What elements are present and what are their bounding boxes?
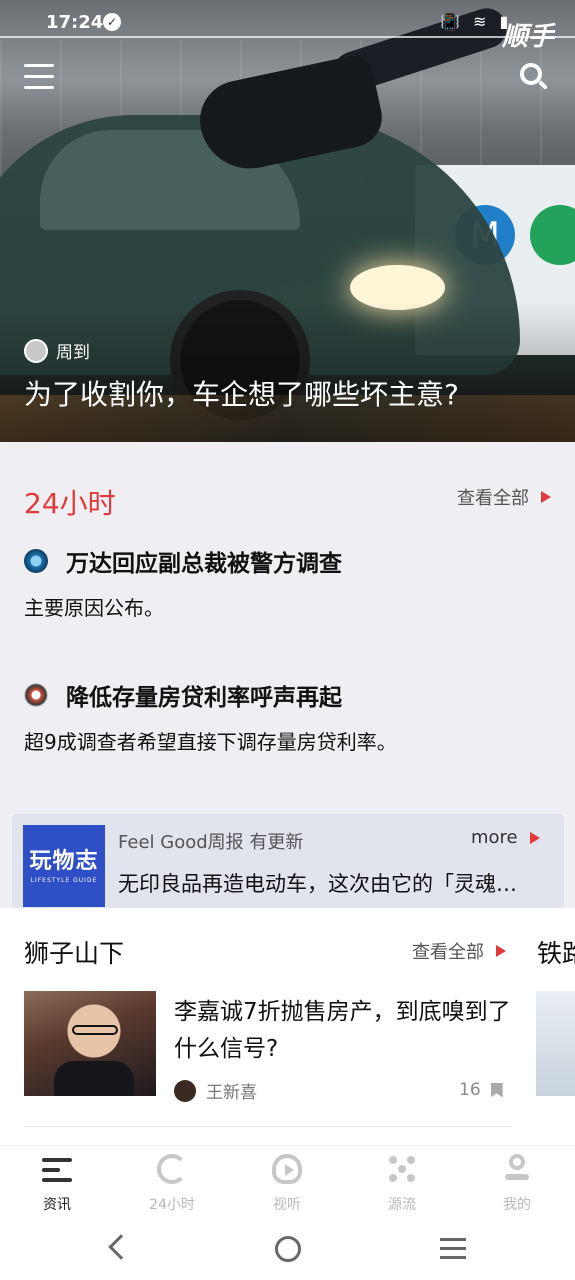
avatar xyxy=(24,338,48,363)
status-bar: 17:24 ✓ 📳 ≋ ▮ 顺手 xyxy=(0,0,575,52)
tab-label: 视听 xyxy=(273,1197,301,1213)
play-arrow-icon xyxy=(541,491,551,503)
see-all-label: 查看全部 xyxy=(457,488,529,509)
hero-author[interactable]: 周到 xyxy=(24,338,90,363)
hero-top-line xyxy=(0,36,575,38)
play-arrow-icon xyxy=(529,831,540,844)
news-source-icon xyxy=(24,683,48,707)
hero-banner[interactable]: M 17:24 ✓ 📳 ≋ ▮ 顺手 周到 为了收割你，车企想了哪些坏主意? xyxy=(0,0,575,442)
see-all-link[interactable]: 查看全部 xyxy=(457,484,551,510)
app-logo: 顺手 xyxy=(502,22,555,52)
bookmark-count[interactable]: 16 xyxy=(459,1080,503,1100)
next-article-thumbnail[interactable] xyxy=(536,991,575,1096)
bookmark-icon xyxy=(490,1082,503,1098)
user-icon xyxy=(502,1154,532,1184)
tab-label: 24小时 xyxy=(149,1197,195,1213)
list-item[interactable]: 万达回应副总裁被警方调查 主要原因公布。 xyxy=(24,544,554,621)
see-all-link[interactable]: 查看全部 xyxy=(412,938,506,964)
menu-icon[interactable] xyxy=(24,64,54,90)
news-desc: 超9成调查者希望直接下调存量房贷利率。 xyxy=(24,730,397,754)
home-icon[interactable] xyxy=(275,1236,301,1262)
tab-news[interactable]: 资讯 xyxy=(22,1154,92,1214)
play-arrow-icon xyxy=(496,945,506,957)
bottom-tab-bar: 资讯 24小时 视听 源流 我的 xyxy=(0,1145,575,1220)
tab-me[interactable]: 我的 xyxy=(482,1154,552,1214)
article-author[interactable]: 王新喜 xyxy=(174,1078,257,1103)
section-title: 24小时 xyxy=(24,487,116,520)
section-24-hours: 24小时 查看全部 万达回应副总裁被警方调查 主要原因公布。 降低存量房贷利率呼… xyxy=(0,442,575,814)
news-title: 万达回应副总裁被警方调查 xyxy=(66,551,342,577)
thumbnail-glasses xyxy=(72,1025,118,1035)
see-all-label: 查看全部 xyxy=(412,942,484,963)
search-icon[interactable] xyxy=(520,63,550,93)
article-author-name: 王新喜 xyxy=(206,1083,257,1103)
news-icon xyxy=(42,1154,72,1184)
clock-icon xyxy=(157,1154,187,1184)
recent-apps-icon[interactable] xyxy=(440,1238,466,1265)
section-lion-rock: 狮子山下 查看全部 铁路 李嘉诚7折抛售房产，到底嗅到了什么信号? 王新喜 16 xyxy=(0,908,575,1145)
check-circle-icon: ✓ xyxy=(103,13,121,31)
tab-label: 源流 xyxy=(388,1197,416,1213)
tab-sources[interactable]: 源流 xyxy=(367,1154,437,1214)
status-time: 17:24 xyxy=(46,12,104,33)
hero-image-shade xyxy=(0,300,575,442)
news-desc: 主要原因公布。 xyxy=(24,596,164,620)
section-title: 狮子山下 xyxy=(24,939,125,968)
bookmark-count-value: 16 xyxy=(459,1080,481,1100)
more-label: more xyxy=(471,827,518,848)
back-icon[interactable] xyxy=(108,1234,134,1260)
promo-logo-text: 玩物志 xyxy=(29,849,99,874)
tab-audio-video[interactable]: 视听 xyxy=(252,1154,322,1214)
list-item[interactable]: 降低存量房贷利率呼声再起 超9成调查者希望直接下调存量房贷利率。 xyxy=(24,678,554,755)
thumbnail-suit xyxy=(54,1061,134,1096)
tab-label: 我的 xyxy=(503,1197,531,1213)
more-link[interactable]: more xyxy=(471,827,540,848)
play-icon xyxy=(272,1154,302,1184)
hero-author-name: 周到 xyxy=(56,343,90,363)
tab-label: 资讯 xyxy=(43,1197,71,1213)
divider xyxy=(24,1126,512,1127)
article-thumbnail[interactable] xyxy=(24,991,156,1096)
promo-source: Feel Good周报 有更新 xyxy=(118,832,304,853)
promo-card[interactable]: 玩物志 LIFESTYLE GUIDE Feel Good周报 有更新 more… xyxy=(12,814,564,908)
avatar xyxy=(174,1079,196,1102)
next-section-title[interactable]: 铁路 xyxy=(537,934,575,970)
news-title: 降低存量房贷利率呼声再起 xyxy=(66,685,342,711)
article-title[interactable]: 李嘉诚7折抛售房产，到底嗅到了什么信号? xyxy=(174,994,514,1068)
dots-icon xyxy=(387,1154,417,1184)
hero-title[interactable]: 为了收割你，车企想了哪些坏主意? xyxy=(24,376,564,414)
system-nav-bar xyxy=(0,1220,575,1280)
promo-logo: 玩物志 LIFESTYLE GUIDE xyxy=(23,825,105,907)
news-source-icon xyxy=(24,549,48,573)
promo-text: 无印良品再造电动车，这次由它的「灵魂… xyxy=(118,872,517,896)
promo-logo-subtext: LIFESTYLE GUIDE xyxy=(30,877,98,884)
tab-24-hours[interactable]: 24小时 xyxy=(137,1154,207,1214)
